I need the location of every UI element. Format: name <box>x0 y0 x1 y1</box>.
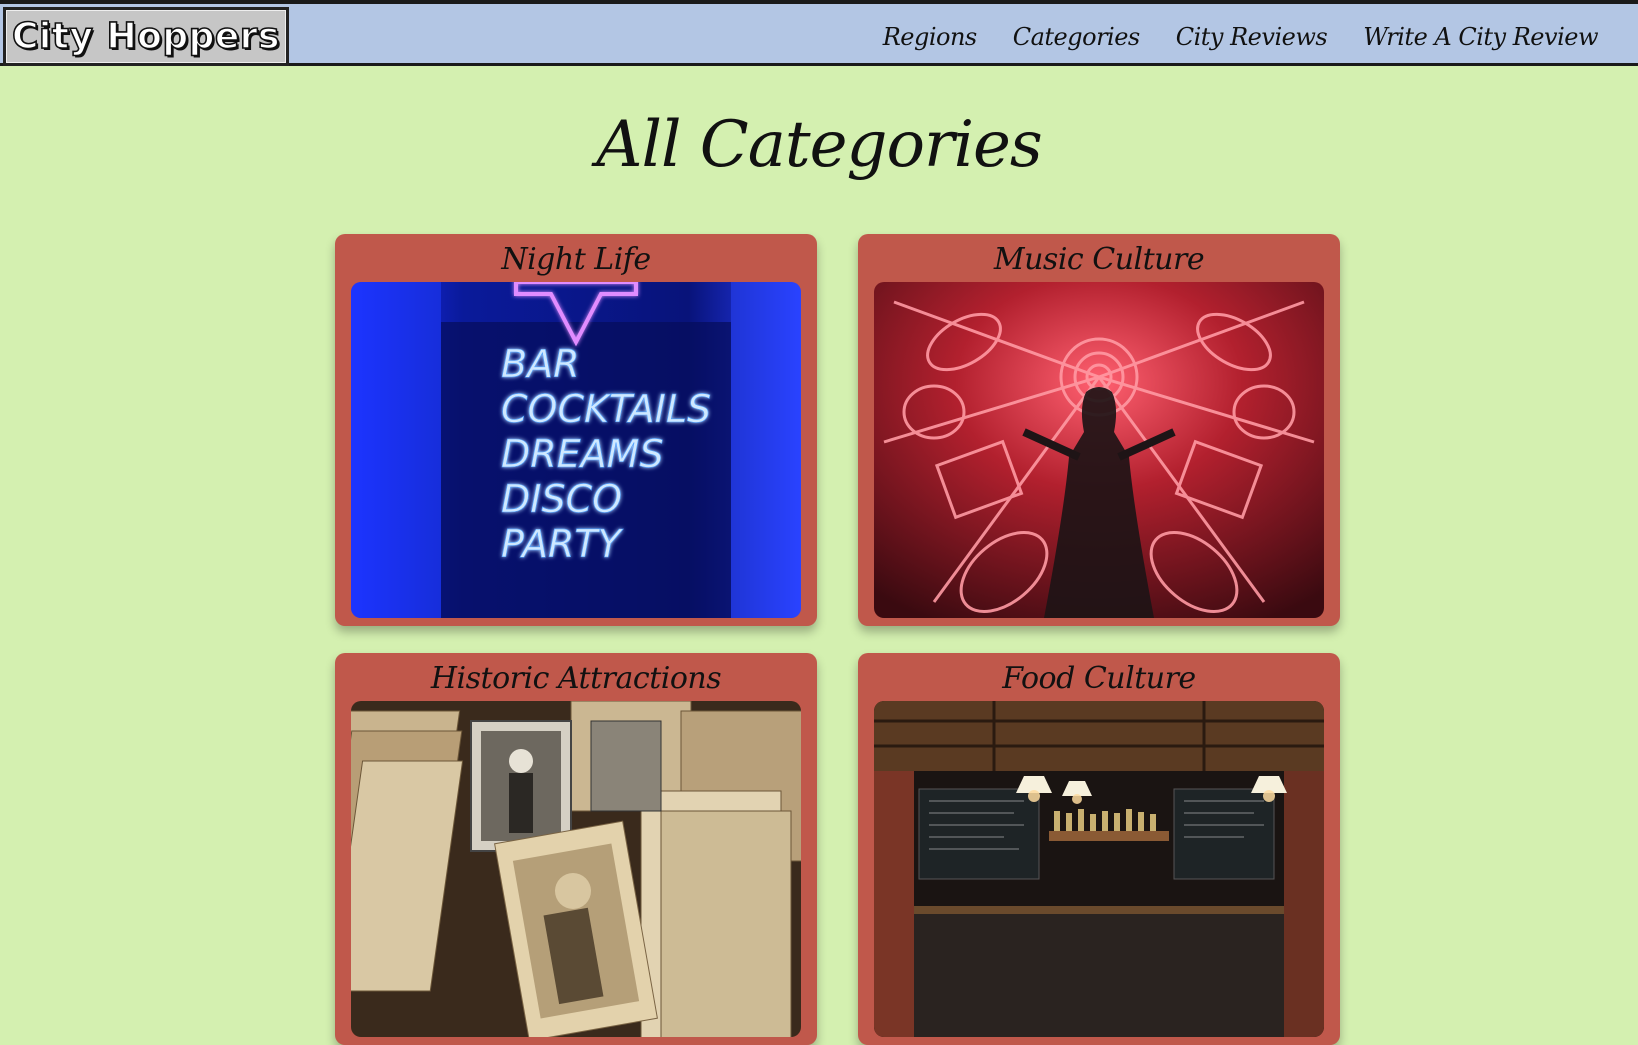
restaurant-bar-interior-photo[interactable] <box>874 701 1324 1037</box>
top-navbar: City Hoppers Regions Categories City Rev… <box>0 0 1638 66</box>
vintage-photographs-photo[interactable] <box>351 701 801 1037</box>
neon-text-line: PARTY <box>501 522 624 566</box>
category-card-title: Music Culture <box>993 242 1205 277</box>
category-card-title: Food Culture <box>1002 661 1196 696</box>
category-card-night-life[interactable]: Night Life BAR COCKTAILS DREAMS DISCO PA… <box>335 234 817 626</box>
main-nav: Regions Categories City Reviews Write A … <box>883 4 1599 70</box>
site-logo[interactable]: City Hoppers <box>3 7 289 66</box>
category-card-music-culture[interactable]: Music Culture <box>858 234 1340 626</box>
category-card-title: Historic Attractions <box>430 661 722 696</box>
category-card-historic-attractions[interactable]: Historic Attractions <box>335 653 817 1045</box>
neon-text-line: DISCO <box>501 477 622 521</box>
page-title: All Categories <box>596 108 1043 182</box>
nav-link-categories[interactable]: Categories <box>1013 23 1141 51</box>
neon-text-line: DREAMS <box>501 432 664 476</box>
neon-text-line: COCKTAILS <box>501 387 711 431</box>
nav-link-regions[interactable]: Regions <box>883 23 978 51</box>
nav-link-write-review[interactable]: Write A City Review <box>1363 23 1598 51</box>
neon-instruments-photo[interactable] <box>874 282 1324 618</box>
neon-bar-sign-photo[interactable]: BAR COCKTAILS DREAMS DISCO PARTY <box>351 282 801 618</box>
category-card-food-culture[interactable]: Food Culture <box>858 653 1340 1045</box>
category-card-title: Night Life <box>501 242 651 277</box>
nav-link-city-reviews[interactable]: City Reviews <box>1176 23 1328 51</box>
neon-text-line: BAR <box>501 342 579 386</box>
